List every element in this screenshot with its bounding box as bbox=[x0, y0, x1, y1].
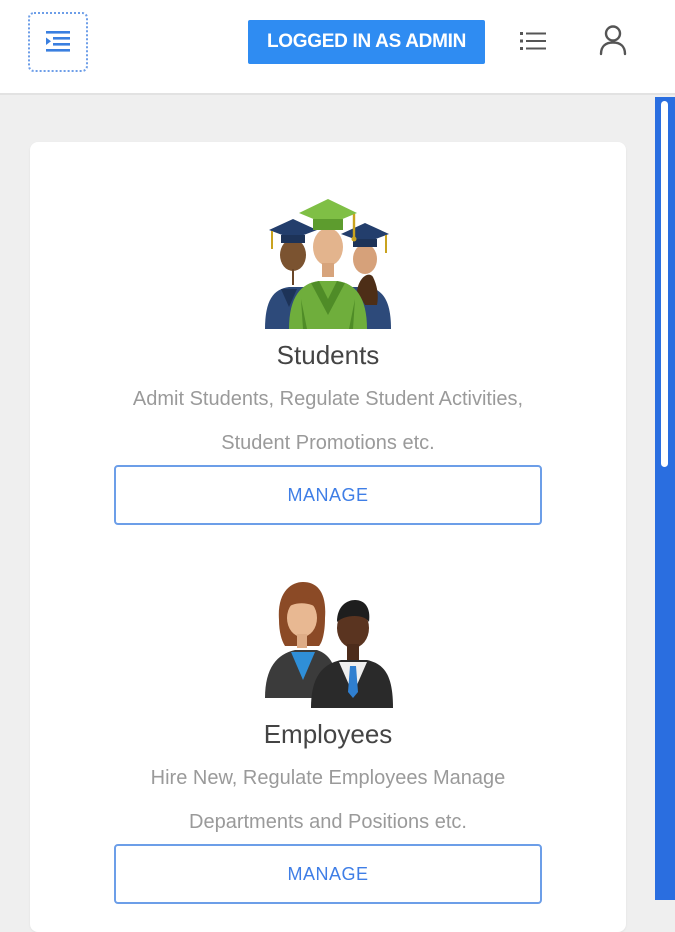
manage-employees-button[interactable]: MANAGE bbox=[114, 844, 542, 904]
module-title: Students bbox=[276, 340, 380, 370]
employees-module: Employees Hire New, Regulate Employees M… bbox=[30, 580, 626, 904]
top-bar: LOGGED IN AS ADMIN bbox=[0, 0, 675, 95]
manage-students-button[interactable]: MANAGE bbox=[114, 465, 542, 525]
students-module: Students Admit Students, Regulate Studen… bbox=[30, 197, 626, 525]
module-description: Admit Students, Regulate Student Activit… bbox=[132, 388, 524, 454]
employees-icon bbox=[265, 582, 393, 708]
modules-card: Students Admit Students, Regulate Studen… bbox=[30, 142, 626, 932]
scrollbar-thumb[interactable] bbox=[661, 101, 668, 467]
user-icon bbox=[599, 25, 627, 56]
menu-indent-icon bbox=[46, 31, 70, 52]
logged-in-badge: LOGGED IN AS ADMIN bbox=[248, 20, 485, 64]
module-title: Employees bbox=[263, 719, 393, 749]
user-profile-button[interactable] bbox=[595, 22, 631, 58]
list-view-button[interactable] bbox=[517, 26, 549, 56]
module-description: Hire New, Regulate Employees Manage Depa… bbox=[150, 767, 506, 833]
list-icon bbox=[520, 32, 546, 50]
menu-toggle-button[interactable] bbox=[28, 12, 88, 72]
graduates-icon bbox=[265, 199, 391, 329]
scrollbar[interactable] bbox=[655, 97, 675, 900]
